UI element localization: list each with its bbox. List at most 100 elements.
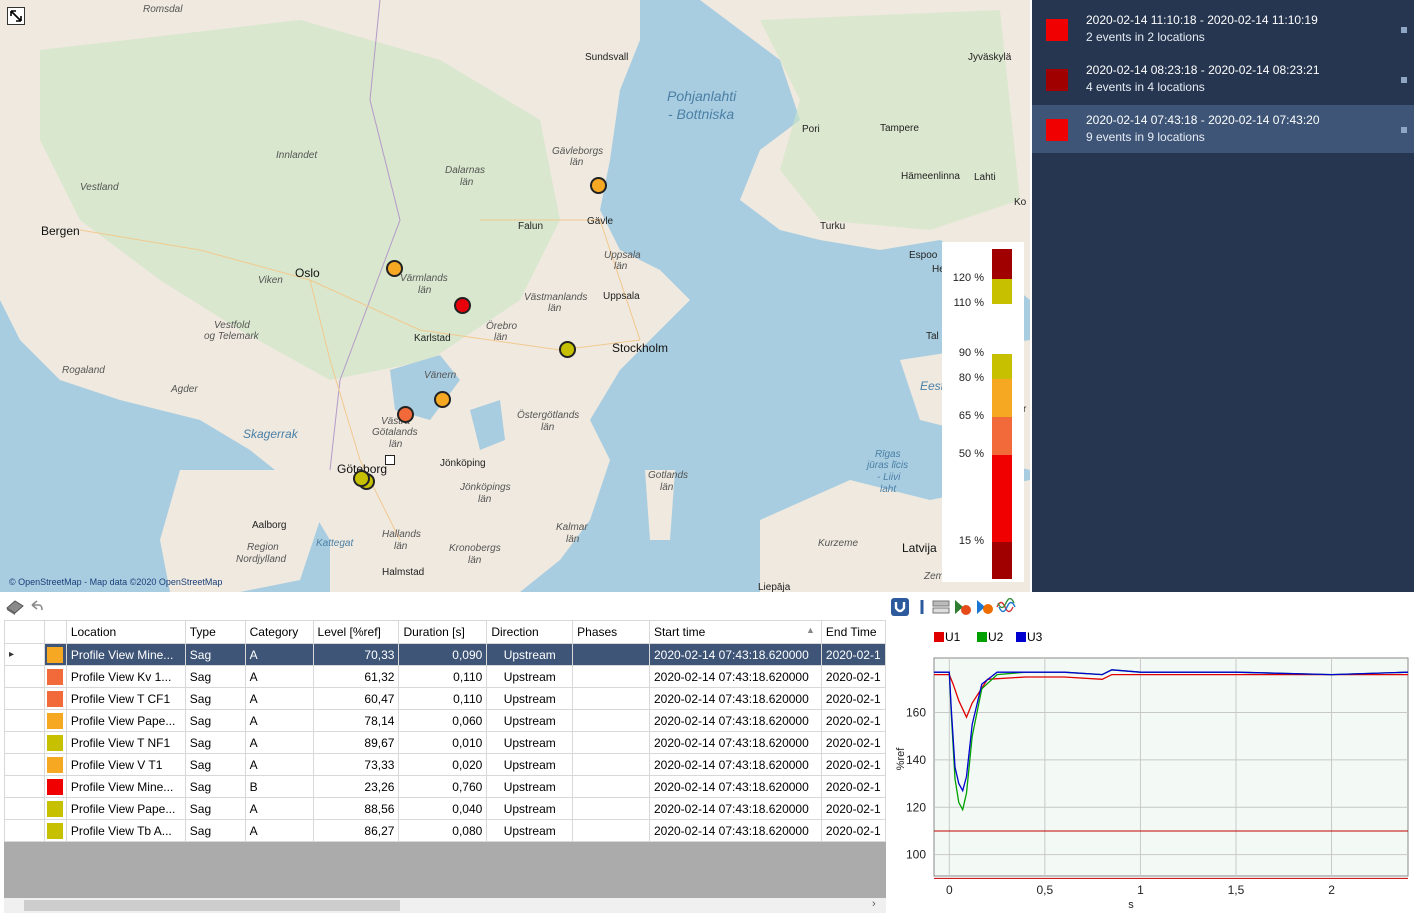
cell-type: Sag [184, 665, 246, 688]
row-color-cell [43, 665, 67, 688]
legend-label: U1 [945, 630, 961, 644]
legend-tick: 110 % [953, 297, 984, 309]
map-label: Romsdal [143, 4, 183, 15]
row-color-cell [43, 753, 67, 776]
cell-type: Sag [184, 643, 246, 666]
cell-end-time: 2020-02-1 [820, 753, 887, 776]
cell-level: 89,67 [312, 731, 400, 754]
column-header-duration[interactable]: Duration [s] [398, 620, 488, 644]
map-marker[interactable] [434, 391, 451, 408]
map-view[interactable]: Romsdal Sundsvall Jyväskylä Pohjanlahti … [0, 0, 1030, 592]
cell-type: Sag [184, 819, 246, 842]
row-selector[interactable]: ▸ [4, 643, 45, 666]
cell-phases [572, 797, 650, 820]
map-label: län [570, 157, 584, 168]
map-marker[interactable] [397, 406, 414, 423]
column-header-category[interactable]: Category [244, 620, 314, 644]
layout-icon[interactable] [932, 598, 950, 616]
map-marker[interactable] [590, 177, 607, 194]
map-marker[interactable] [559, 341, 576, 358]
event-group-item[interactable]: 2020-02-14 07:43:18 - 2020-02-14 07:43:2… [1032, 105, 1414, 153]
expand-dot-icon[interactable] [1401, 77, 1407, 83]
map-label: Skagerrak [243, 427, 298, 441]
legend-swatch [1016, 632, 1026, 642]
scrollbar-thumb[interactable] [24, 900, 400, 911]
undo-icon[interactable] [29, 599, 43, 613]
row-selector[interactable] [4, 687, 45, 710]
map-label: Aalborg [252, 520, 287, 531]
column-header-start-time[interactable]: Start time ▲ [648, 620, 822, 644]
table-row[interactable]: Profile View Pape... Sag A 78,14 0,060 Upstre… [4, 709, 887, 732]
table-row[interactable]: Profile View Pape... Sag A 88,56 0,040 Upstre… [4, 797, 887, 820]
map-label: Östergötlands [517, 410, 580, 421]
voltage-chart[interactable]: 0 0,5 1 1,5 2 100 120 140 160 s %ref [888, 648, 1414, 913]
legend-item-u2[interactable]: U2 [977, 630, 1003, 644]
map-label: Zem [924, 571, 944, 582]
play-icon[interactable] [975, 598, 993, 616]
column-header-phases[interactable]: Phases [572, 620, 650, 644]
row-color-cell [43, 687, 67, 710]
table-row[interactable]: Profile View Mine... Sag B 23,26 0,760 Upstre… [4, 775, 887, 798]
row-color-cell [43, 643, 67, 666]
table-row[interactable]: Profile View V T1 Sag A 73,33 0,020 Upstream 2… [4, 753, 887, 776]
map-marker[interactable] [454, 297, 471, 314]
cursor-icon[interactable] [915, 598, 933, 616]
row-selector[interactable] [4, 665, 45, 688]
cell-duration: 0,110 [398, 665, 488, 688]
map-label: Hallands [382, 529, 421, 540]
row-selector[interactable] [4, 709, 45, 732]
expand-dot-icon[interactable] [1401, 27, 1407, 33]
legend-segment [992, 249, 1012, 279]
table-row[interactable]: Profile View T NF1 Sag A 89,67 0,010 Upstream… [4, 731, 887, 754]
magnet-icon[interactable] [891, 598, 909, 616]
legend-segment [992, 379, 1012, 417]
table-row[interactable]: ▸ Profile View Mine... Sag A 70,33 0,090 Upstr… [4, 643, 887, 666]
map-label: Karlstad [414, 333, 451, 344]
legend-segment [992, 279, 1012, 304]
map-label: Liepāja [758, 582, 791, 592]
column-header-type[interactable]: Type [184, 620, 246, 644]
map-label: Tampere [880, 123, 919, 134]
table-row[interactable]: Profile View Tb A... Sag A 86,27 0,080 Upstre… [4, 819, 887, 842]
export-icon[interactable] [953, 598, 971, 616]
row-selector[interactable] [4, 731, 45, 754]
map-marker[interactable] [353, 470, 370, 487]
map-square-marker[interactable] [385, 455, 395, 465]
row-selector[interactable] [4, 753, 45, 776]
row-selector[interactable] [4, 819, 45, 842]
cell-level: 61,32 [312, 665, 400, 688]
expand-dot-icon[interactable] [1401, 127, 1407, 133]
column-header-direction[interactable]: Direction [486, 620, 574, 644]
column-header-end-time[interactable]: End Time [820, 620, 887, 644]
horizontal-scrollbar[interactable]: › [4, 898, 886, 913]
cell-category: A [244, 643, 314, 666]
legend-item-u1[interactable]: U1 [934, 630, 960, 644]
event-group-item[interactable]: 2020-02-14 11:10:18 - 2020-02-14 11:10:1… [1032, 5, 1414, 53]
cell-direction: Upstream [486, 687, 574, 710]
cell-location: Profile View Pape... [65, 797, 186, 820]
eraser-icon[interactable] [5, 598, 25, 616]
cell-location: Profile View Kv 1... [65, 665, 186, 688]
row-selector[interactable] [4, 775, 45, 798]
cell-location: Profile View T NF1 [65, 731, 186, 754]
cell-direction: Upstream [486, 709, 574, 732]
row-selector[interactable] [4, 797, 45, 820]
x-tick-label: 0,5 [1037, 883, 1054, 897]
legend-tick: 120 % [952, 272, 984, 284]
column-header-level[interactable]: Level [%ref] [312, 620, 400, 644]
table-row[interactable]: Profile View T CF1 Sag A 60,47 0,110 Upstream… [4, 687, 887, 710]
column-header-location[interactable]: Location [65, 620, 186, 644]
event-summary: 4 events in 4 locations [1086, 80, 1205, 94]
map-label: Falun [518, 221, 544, 232]
table-row[interactable]: Profile View Kv 1... Sag A 61,32 0,110 Upstre… [4, 665, 887, 688]
cell-level: 23,26 [312, 775, 400, 798]
expand-map-button[interactable] [7, 7, 25, 25]
row-color-cell [43, 731, 67, 754]
map-label: Latvija [902, 541, 937, 555]
phases-icon[interactable] [996, 597, 1016, 616]
event-group-item[interactable]: 2020-02-14 08:23:18 - 2020-02-14 08:23:2… [1032, 55, 1414, 103]
legend-item-u3[interactable]: U3 [1016, 630, 1042, 644]
scroll-right-arrow-icon[interactable]: › [872, 898, 876, 910]
map-marker[interactable] [386, 260, 403, 277]
event-color-swatch [1046, 19, 1068, 41]
